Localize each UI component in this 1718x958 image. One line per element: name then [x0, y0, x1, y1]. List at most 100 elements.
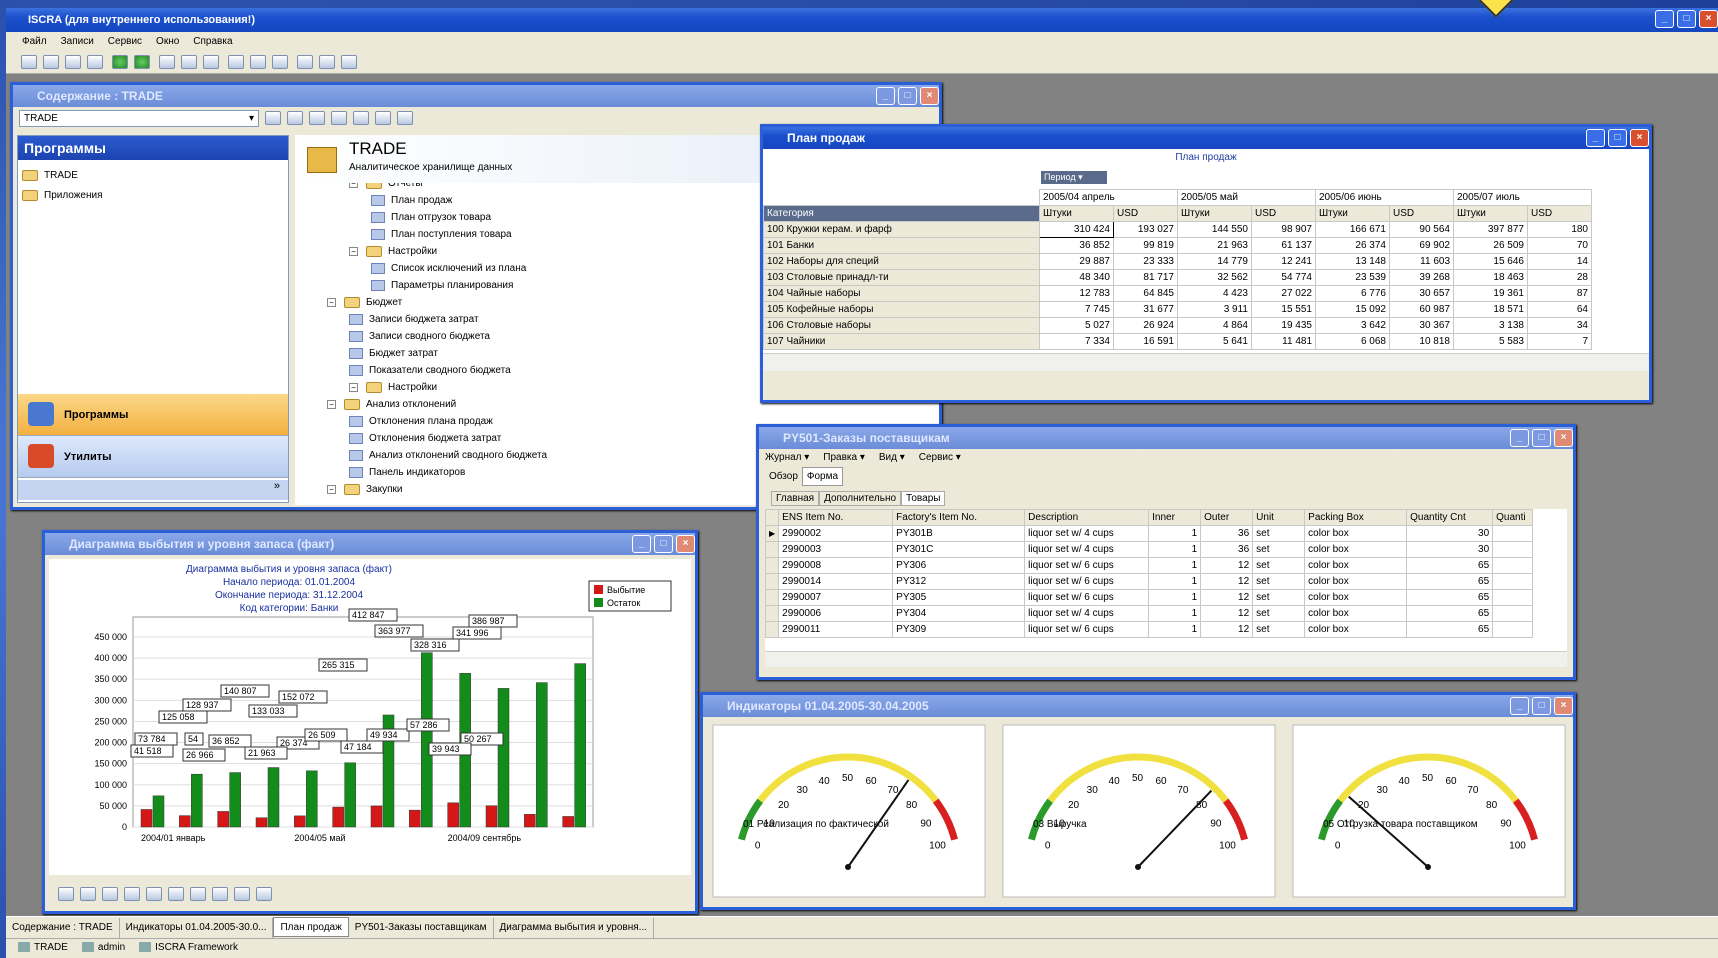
value-cell[interactable]: 98 907 — [1251, 221, 1316, 238]
value-cell[interactable]: 30 367 — [1389, 317, 1454, 334]
value-cell[interactable]: 16 591 — [1113, 333, 1178, 350]
gauges-title-bar[interactable]: Индикаторы 01.04.2005-30.04.2005 _ □ × — [703, 695, 1573, 717]
plan-hscrollbar[interactable] — [763, 353, 1649, 371]
contents-title-bar[interactable]: Содержание : TRADE _ □ × — [13, 85, 939, 107]
value-cell[interactable]: 36 852 — [1039, 237, 1114, 254]
orders-menu-item[interactable]: Журнал ▾ — [765, 452, 809, 463]
value-cell[interactable]: 60 987 — [1389, 301, 1454, 318]
bar-stock[interactable] — [344, 762, 356, 828]
contents-maximize-button[interactable]: □ — [898, 87, 917, 105]
maximize-button[interactable]: □ — [1677, 10, 1696, 28]
plan-maximize-button[interactable]: □ — [1608, 129, 1627, 147]
orders-menu-item[interactable]: Сервис ▾ — [919, 452, 961, 463]
expander-icon[interactable]: − — [349, 247, 358, 256]
orders-row[interactable]: 2990014 PY312 liquor set w/ 6 cups 1 12 set co… — [765, 573, 1534, 590]
value-cell[interactable]: 15 092 — [1315, 301, 1390, 318]
bar-outflow[interactable] — [140, 809, 153, 828]
bar-stock[interactable] — [574, 663, 586, 828]
program-combo[interactable]: TRADE ▾ — [19, 110, 259, 127]
orders-menu-item[interactable]: Вид ▾ — [879, 452, 905, 463]
value-cell[interactable]: 18 463 — [1453, 269, 1528, 286]
plan-row[interactable]: 107 Чайники 7 334 16 591 5 641 11 481 6 068 10… — [763, 333, 1592, 350]
value-cell[interactable]: 7 745 — [1039, 301, 1114, 318]
bar-stock[interactable] — [306, 770, 318, 828]
taskbar-window-button[interactable]: PY501-Заказы поставщикам — [349, 918, 494, 938]
value-cell[interactable]: 3 911 — [1177, 301, 1252, 318]
plan-row[interactable]: 100 Кружки керам. и фарф 310 424 193 027 14… — [763, 221, 1592, 238]
plan-row[interactable]: 102 Наборы для специй 29 887 23 333 14 779 1… — [763, 253, 1592, 270]
bar-outflow[interactable] — [370, 805, 383, 828]
minimize-button[interactable]: _ — [1655, 10, 1674, 28]
value-cell[interactable]: 6 776 — [1315, 285, 1390, 302]
orders-column-header[interactable]: Inner — [1148, 509, 1202, 526]
row-selector[interactable] — [765, 541, 780, 558]
orders-column-header[interactable]: Outer — [1200, 509, 1254, 526]
orders-section-tab[interactable]: Дополнительно — [819, 491, 902, 506]
import-icon[interactable] — [272, 55, 289, 69]
orders-maximize-button[interactable]: □ — [1532, 429, 1551, 447]
open-icon[interactable] — [43, 55, 59, 69]
bar-outflow[interactable] — [179, 815, 191, 828]
orders-view-tab[interactable]: Обзор — [765, 468, 802, 485]
value-cell[interactable]: 99 819 — [1113, 237, 1178, 254]
orders-column-header[interactable]: ENS Item No. — [778, 509, 894, 526]
orders-row[interactable]: ▶ 2990002 PY301B liquor set w/ 4 cups 1 36 set… — [765, 525, 1534, 542]
value-cell[interactable]: 54 774 — [1251, 269, 1316, 286]
orders-menu-item[interactable]: Правка ▾ — [823, 452, 865, 463]
taskbar-window-button[interactable]: План продаж — [273, 917, 349, 937]
value-cell[interactable]: 23 539 — [1315, 269, 1390, 286]
value-cell[interactable]: 81 717 — [1113, 269, 1178, 286]
value-cell[interactable]: 28 — [1527, 269, 1592, 286]
value-cell[interactable]: 7 334 — [1039, 333, 1114, 350]
gauges-close-button[interactable]: × — [1554, 697, 1573, 715]
row-selector[interactable] — [765, 557, 780, 574]
bar-outflow[interactable] — [447, 802, 459, 828]
contents-minimize-button[interactable]: _ — [876, 87, 895, 105]
value-cell[interactable]: 90 564 — [1389, 221, 1454, 238]
diagram-maximize-button[interactable]: □ — [654, 535, 673, 553]
run-icon[interactable] — [265, 111, 282, 126]
bar-stock[interactable] — [152, 795, 165, 828]
value-cell[interactable]: 144 550 — [1177, 221, 1252, 238]
bar-outflow[interactable] — [409, 809, 421, 828]
bar-outflow[interactable] — [255, 817, 268, 828]
orders-column-header[interactable]: Packing Box — [1304, 509, 1408, 526]
row-selector[interactable] — [765, 573, 780, 590]
menu-item[interactable]: Окно — [156, 36, 179, 47]
new-icon[interactable] — [21, 55, 37, 69]
orders-section-tab[interactable]: Товары — [901, 491, 946, 506]
category-header[interactable]: Категория — [763, 205, 1040, 222]
home-icon[interactable] — [65, 55, 81, 69]
export-icon[interactable] — [250, 55, 267, 69]
taskbar-window-button[interactable]: Диаграмма выбытия и уровня... — [494, 918, 655, 938]
diagram-close-button[interactable]: × — [676, 535, 695, 553]
grid2-icon[interactable] — [397, 111, 414, 126]
menu-item[interactable]: Сервис — [108, 36, 142, 47]
value-cell[interactable]: 5 641 — [1177, 333, 1252, 350]
value-cell[interactable]: 11 603 — [1389, 253, 1454, 270]
gauges-minimize-button[interactable]: _ — [1510, 697, 1529, 715]
value-cell[interactable]: 6 068 — [1315, 333, 1390, 350]
orders-row[interactable]: 2990003 PY301C liquor set w/ 4 cups 1 36 set c… — [765, 541, 1534, 558]
value-cell[interactable]: 64 — [1527, 301, 1592, 318]
nav-expand-button[interactable]: » — [18, 480, 288, 500]
row-selector[interactable] — [765, 621, 780, 638]
value-cell[interactable]: 21 963 — [1177, 237, 1252, 254]
diagram-title-bar[interactable]: Диаграмма выбытия и уровня запаса (факт)… — [45, 533, 695, 555]
chart-select-icon[interactable] — [58, 887, 74, 901]
value-cell[interactable]: 34 — [1527, 317, 1592, 334]
bar-stock[interactable] — [267, 767, 280, 828]
value-cell[interactable]: 15 551 — [1251, 301, 1316, 318]
value-cell[interactable]: 26 374 — [1315, 237, 1390, 254]
value-cell[interactable]: 29 887 — [1039, 253, 1114, 270]
value-cell[interactable]: 5 583 — [1453, 333, 1528, 350]
bar-outflow[interactable] — [524, 814, 536, 828]
value-cell[interactable]: 180 — [1527, 221, 1592, 238]
value-cell[interactable]: 27 022 — [1251, 285, 1316, 302]
expander-icon[interactable]: − — [349, 383, 358, 392]
back-icon[interactable] — [112, 55, 129, 69]
orders-hscrollbar[interactable] — [765, 651, 1567, 667]
chart-copy-icon[interactable] — [234, 887, 250, 901]
value-cell[interactable]: 70 — [1527, 237, 1592, 254]
orders-section-tab[interactable]: Главная — [771, 491, 820, 506]
